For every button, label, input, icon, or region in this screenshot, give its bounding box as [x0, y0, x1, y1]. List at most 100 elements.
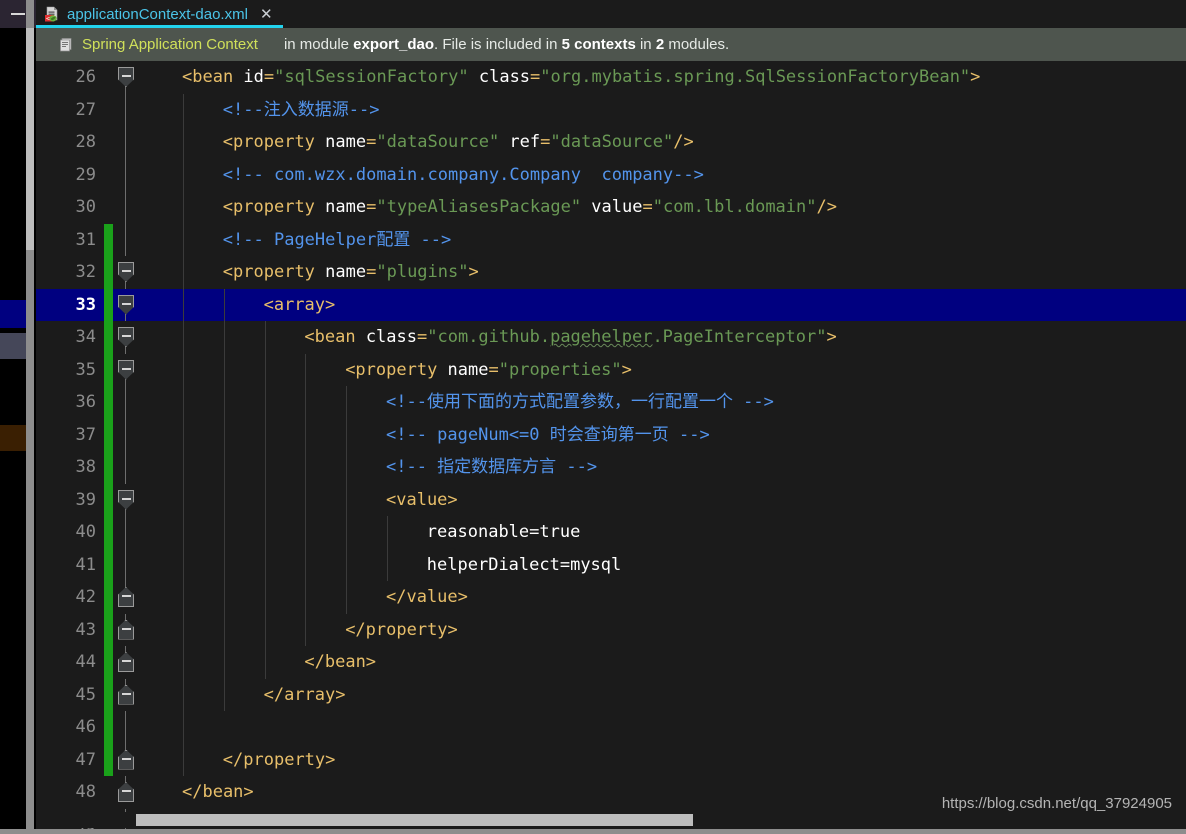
- code-token: "plugins": [376, 262, 469, 282]
- code-text: <property name="typeAliasesPackage" valu…: [223, 191, 837, 224]
- fold-gutter-cell[interactable]: [117, 386, 135, 419]
- code-token: name: [325, 132, 367, 152]
- marker-gray[interactable]: [0, 333, 26, 359]
- fold-gutter-cell[interactable]: [117, 158, 135, 191]
- close-icon[interactable]: ✕: [260, 7, 273, 22]
- fold-gutter-cell[interactable]: [117, 646, 135, 679]
- fold-guide-line: [125, 223, 126, 256]
- code-line[interactable]: 28 <property name="dataSource" ref="dataS…: [36, 126, 1186, 159]
- fold-gutter-cell[interactable]: [117, 418, 135, 451]
- fold-gutter-cell[interactable]: [117, 354, 135, 386]
- code-token: "properties": [498, 359, 622, 380]
- marker-warning[interactable]: [0, 425, 26, 451]
- code-line[interactable]: 31 <!-- PageHelper配置 -->: [36, 223, 1186, 256]
- fold-end-icon[interactable]: [118, 587, 134, 607]
- fold-end-icon[interactable]: [118, 782, 134, 802]
- code-text: </value>: [386, 581, 468, 614]
- marker-selection[interactable]: [0, 300, 26, 328]
- watermark-text: https://blog.csdn.net/qq_37924905: [941, 795, 1172, 812]
- minus-icon: [122, 497, 131, 500]
- indent-guide: [305, 353, 307, 386]
- code-line[interactable]: 44 </bean>: [36, 646, 1186, 679]
- fold-gutter-cell[interactable]: [117, 516, 135, 549]
- fold-guide-line: [125, 418, 126, 451]
- h-scroll-thumb[interactable]: [136, 814, 693, 826]
- fold-gutter-cell[interactable]: [117, 581, 135, 614]
- fold-gutter-cell[interactable]: [117, 191, 135, 224]
- code-token: =: [366, 132, 377, 152]
- fold-collapse-icon[interactable]: [118, 359, 134, 380]
- fold-gutter-cell[interactable]: [117, 548, 135, 581]
- indent-guide: [387, 548, 388, 581]
- indent-guide: [264, 418, 266, 451]
- fold-end-icon[interactable]: [118, 684, 134, 705]
- indent-guide: [346, 451, 348, 484]
- code-token: >: [970, 67, 981, 87]
- fold-gutter-cell[interactable]: [117, 289, 135, 321]
- code-line[interactable]: 36 <!--使用下面的方式配置参数，一行配置一个 -->: [36, 386, 1186, 419]
- code-line[interactable]: 45 </array>: [36, 678, 1186, 712]
- code-token: <value>: [386, 489, 458, 510]
- code-line[interactable]: 30 <property name="typeAliasesPackage" va…: [36, 191, 1186, 224]
- fold-gutter-cell[interactable]: [117, 451, 135, 484]
- code-line[interactable]: 27 <!--注入数据源-->: [36, 93, 1186, 126]
- fold-collapse-icon[interactable]: [118, 489, 134, 510]
- line-number: 36: [75, 392, 96, 412]
- fold-gutter-cell[interactable]: [117, 256, 135, 289]
- vcs-change-bar[interactable]: [104, 223, 113, 776]
- fold-collapse-icon[interactable]: [118, 262, 134, 282]
- code-text: </array>: [264, 679, 346, 712]
- fold-collapse-icon[interactable]: [118, 67, 134, 87]
- indent-guide: [183, 353, 184, 386]
- code-line[interactable]: 32 <property name="plugins">: [36, 256, 1186, 289]
- code-line[interactable]: 38 <!-- 指定数据库方言 -->: [36, 451, 1186, 484]
- left-edge-strip: [0, 0, 36, 834]
- indent-guide: [183, 743, 184, 776]
- fold-gutter-cell[interactable]: [117, 126, 135, 159]
- code-line[interactable]: 34 <bean class="com.github.pagehelper.Pag…: [36, 321, 1186, 354]
- minus-icon: [122, 627, 131, 630]
- code-line[interactable]: 35 <property name="properties">: [36, 353, 1186, 387]
- spring-application-context-link[interactable]: Spring Application Context: [82, 36, 258, 53]
- code-line[interactable]: 26 <bean id="sqlSessionFactory" class="or…: [36, 61, 1186, 94]
- fold-gutter-cell[interactable]: [117, 484, 135, 516]
- fold-end-icon[interactable]: [118, 652, 134, 672]
- code-line[interactable]: 43 </property>: [36, 613, 1186, 647]
- fold-end-icon[interactable]: [118, 749, 134, 770]
- fold-gutter-cell[interactable]: [117, 321, 135, 354]
- code-line[interactable]: 37 <!-- pageNum<=0 时会查询第一页 -->: [36, 418, 1186, 451]
- indent-guide: [264, 451, 266, 484]
- fold-gutter-cell[interactable]: [117, 743, 135, 777]
- fold-gutter-cell[interactable]: [117, 678, 135, 712]
- v-scroll-thumb[interactable]: [26, 28, 34, 250]
- code-line[interactable]: 39 <value>: [36, 483, 1186, 516]
- code-token: </array>: [263, 684, 346, 705]
- code-line[interactable]: 33 <array>: [36, 288, 1186, 321]
- code-editor[interactable]: 26 <bean id="sqlSessionFactory" class="or…: [36, 61, 1186, 834]
- tab-applicationcontext-dao-xml[interactable]: < applicationContext-dao.xml ✕: [36, 0, 283, 28]
- fold-gutter-cell[interactable]: [117, 93, 135, 126]
- code-token: </property>: [222, 749, 336, 770]
- fold-end-icon[interactable]: [118, 619, 134, 640]
- fold-collapse-icon[interactable]: [118, 327, 134, 347]
- fold-gutter-cell[interactable]: [117, 613, 135, 647]
- code-token: name: [325, 197, 367, 217]
- code-line[interactable]: 40 reasonable=true: [36, 516, 1186, 549]
- fold-gutter-cell[interactable]: [117, 223, 135, 256]
- fold-gutter-cell[interactable]: [117, 711, 135, 744]
- fold-gutter-cell[interactable]: [117, 776, 135, 809]
- fold-gutter-cell[interactable]: [117, 61, 135, 94]
- notification-middle: . File is included in: [434, 36, 562, 53]
- code-line[interactable]: 42 </value>: [36, 581, 1186, 614]
- code-line[interactable]: 46: [36, 711, 1186, 744]
- code-line[interactable]: 29 <!-- com.wzx.domain.company.Company co…: [36, 158, 1186, 191]
- fold-collapse-icon[interactable]: [118, 294, 134, 315]
- window-bottom-edge: [0, 829, 1186, 834]
- code-line[interactable]: 41 helperDialect=mysql: [36, 548, 1186, 581]
- indent-guide: [305, 516, 307, 549]
- minus-icon: [122, 302, 131, 305]
- code-text: reasonable=true: [427, 516, 581, 549]
- code-line[interactable]: 47 </property>: [36, 743, 1186, 777]
- code-text: <property name="properties">: [345, 354, 632, 387]
- indent-guide: [264, 483, 266, 516]
